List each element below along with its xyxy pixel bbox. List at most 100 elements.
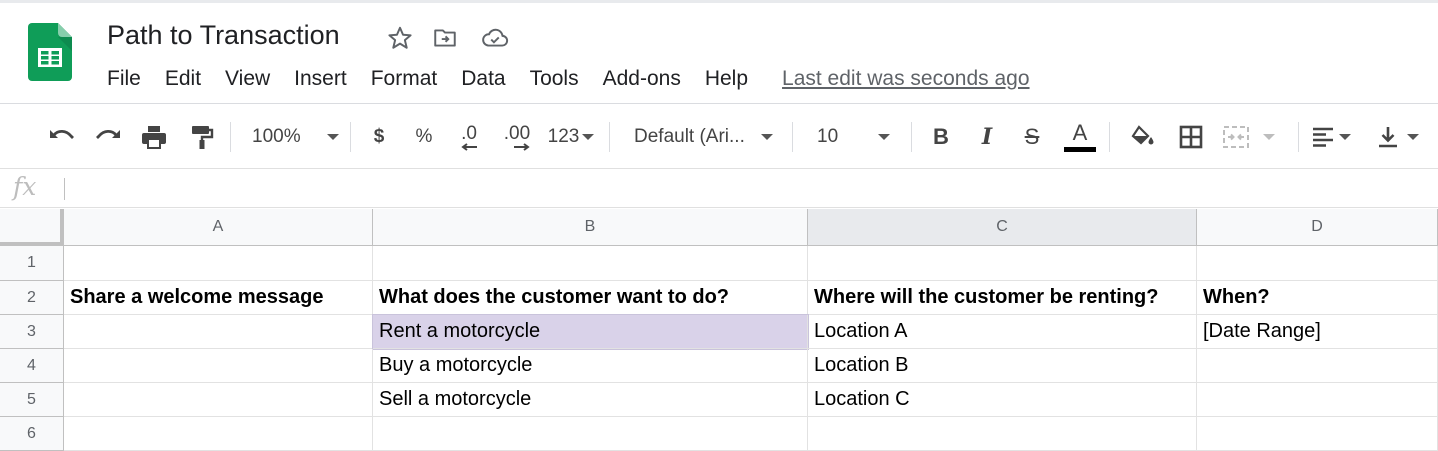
cell-d2[interactable]: When?	[1197, 281, 1438, 315]
borders-icon[interactable]	[1174, 117, 1208, 157]
cell-c5[interactable]: Location C	[808, 383, 1197, 417]
cell-a3[interactable]	[64, 315, 373, 349]
row-header-1[interactable]: 1	[0, 246, 64, 281]
move-to-folder-icon[interactable]	[431, 24, 459, 52]
cell-b2[interactable]: What does the customer want to do?	[373, 281, 808, 315]
function-icon: fx	[13, 172, 37, 201]
more-formats-label: 123	[547, 126, 580, 147]
menu-file[interactable]: File	[107, 67, 141, 91]
sheets-logo-icon[interactable]	[28, 23, 72, 81]
menu-insert[interactable]: Insert	[294, 67, 347, 91]
increase-decimal-button[interactable]: .00	[497, 117, 537, 157]
cell-d4[interactable]	[1197, 349, 1438, 383]
menu-edit[interactable]: Edit	[165, 67, 201, 91]
menu-view[interactable]: View	[225, 67, 270, 91]
cell-a2[interactable]: Share a welcome message	[64, 281, 373, 315]
print-icon[interactable]	[137, 117, 171, 157]
row-header-5[interactable]: 5	[0, 383, 64, 417]
menu-tools[interactable]: Tools	[530, 67, 579, 91]
undo-icon[interactable]	[44, 117, 80, 157]
horizontal-align-icon[interactable]	[1312, 117, 1364, 157]
text-color-swatch	[1064, 147, 1096, 152]
cloud-saved-icon[interactable]	[481, 24, 509, 52]
column-header-b[interactable]: B	[373, 209, 808, 246]
decrease-decimal-label: .0	[461, 122, 477, 144]
toolbar-divider	[1298, 122, 1299, 152]
merge-cells-icon[interactable]	[1222, 117, 1286, 157]
italic-button[interactable]: I	[973, 117, 1001, 157]
currency-format-button[interactable]: $	[365, 117, 393, 157]
cell-c6[interactable]	[808, 417, 1197, 451]
cell-a6[interactable]	[64, 417, 373, 451]
row-header-3[interactable]: 3	[0, 315, 64, 349]
bold-button[interactable]: B	[927, 117, 955, 157]
document-title[interactable]: Path to Transaction	[107, 20, 340, 51]
toolbar: 100% $ % .0 .00 123 Default (Ari... 10 B…	[0, 105, 1438, 169]
select-all-corner[interactable]	[0, 209, 64, 246]
more-formats-button[interactable]: 123	[543, 117, 599, 157]
toolbar-divider	[609, 122, 610, 152]
arrow-left-icon	[461, 142, 477, 151]
strikethrough-button[interactable]: S	[1018, 117, 1046, 157]
top-border	[0, 0, 1438, 3]
text-color-button[interactable]: A	[1063, 117, 1097, 157]
chevron-down-icon	[1339, 134, 1351, 140]
toolbar-divider	[792, 122, 793, 152]
toolbar-divider	[350, 122, 351, 152]
paint-format-icon[interactable]	[185, 117, 219, 157]
menu-format[interactable]: Format	[371, 67, 438, 91]
chevron-down-icon	[1407, 134, 1419, 140]
spreadsheet-grid: A B C D 1 2 3 4 5 6 Share a welcome mess…	[0, 209, 1438, 451]
font-size-select[interactable]: 10	[817, 117, 901, 157]
column-header-c[interactable]: C	[808, 209, 1197, 246]
column-header-d[interactable]: D	[1197, 209, 1438, 246]
star-icon[interactable]	[386, 24, 414, 52]
cell-d3[interactable]: [Date Range]	[1197, 315, 1438, 349]
increase-decimal-label: .00	[503, 122, 531, 144]
cell-b5[interactable]: Sell a motorcycle	[373, 383, 808, 417]
column-header-a[interactable]: A	[64, 209, 373, 246]
title-bar: Path to Transaction File Edit View Inser…	[0, 0, 1438, 104]
chevron-down-icon	[326, 134, 339, 140]
cell-b3[interactable]: Rent a motorcycle	[372, 314, 809, 350]
chevron-down-icon	[878, 134, 891, 140]
menu-add-ons[interactable]: Add-ons	[603, 67, 681, 91]
redo-icon[interactable]	[90, 117, 126, 157]
menu-bar: File Edit View Insert Format Data Tools …	[107, 65, 1030, 93]
formula-bar: fx	[0, 170, 1438, 208]
row-header-2[interactable]: 2	[0, 281, 64, 315]
vertical-align-icon[interactable]	[1377, 117, 1429, 157]
cell-a1[interactable]	[64, 246, 373, 281]
font-family-select[interactable]: Default (Ari...	[634, 117, 782, 157]
toolbar-divider	[230, 122, 231, 152]
menu-data[interactable]: Data	[461, 67, 505, 91]
cell-c3[interactable]: Location A	[808, 315, 1197, 349]
font-family-value: Default (Ari...	[634, 126, 745, 147]
cell-b4[interactable]: Buy a motorcycle	[373, 349, 808, 383]
zoom-select[interactable]: 100%	[252, 117, 342, 157]
cell-d5[interactable]	[1197, 383, 1438, 417]
menu-help[interactable]: Help	[705, 67, 748, 91]
text-color-label: A	[1072, 120, 1088, 145]
cell-d1[interactable]	[1197, 246, 1438, 281]
formula-input[interactable]	[72, 170, 1432, 207]
chevron-down-icon	[760, 134, 773, 140]
row-header-4[interactable]: 4	[0, 349, 64, 383]
row-header-6[interactable]: 6	[0, 417, 64, 451]
percent-format-button[interactable]: %	[410, 117, 438, 157]
decrease-decimal-button[interactable]: .0	[452, 117, 486, 157]
fill-color-icon[interactable]	[1126, 117, 1160, 157]
cell-c4[interactable]: Location B	[808, 349, 1197, 383]
zoom-value: 100%	[252, 126, 301, 147]
formula-divider	[64, 178, 65, 200]
last-edit-link[interactable]: Last edit was seconds ago	[782, 67, 1030, 91]
cell-a5[interactable]	[64, 383, 373, 417]
cell-a4[interactable]	[64, 349, 373, 383]
toolbar-divider	[911, 122, 912, 152]
cell-b6[interactable]	[373, 417, 808, 451]
cell-d6[interactable]	[1197, 417, 1438, 451]
arrow-right-icon	[514, 142, 530, 151]
cell-c2[interactable]: Where will the customer be renting?	[808, 281, 1197, 315]
cell-b1[interactable]	[373, 246, 808, 281]
cell-c1[interactable]	[808, 246, 1197, 281]
